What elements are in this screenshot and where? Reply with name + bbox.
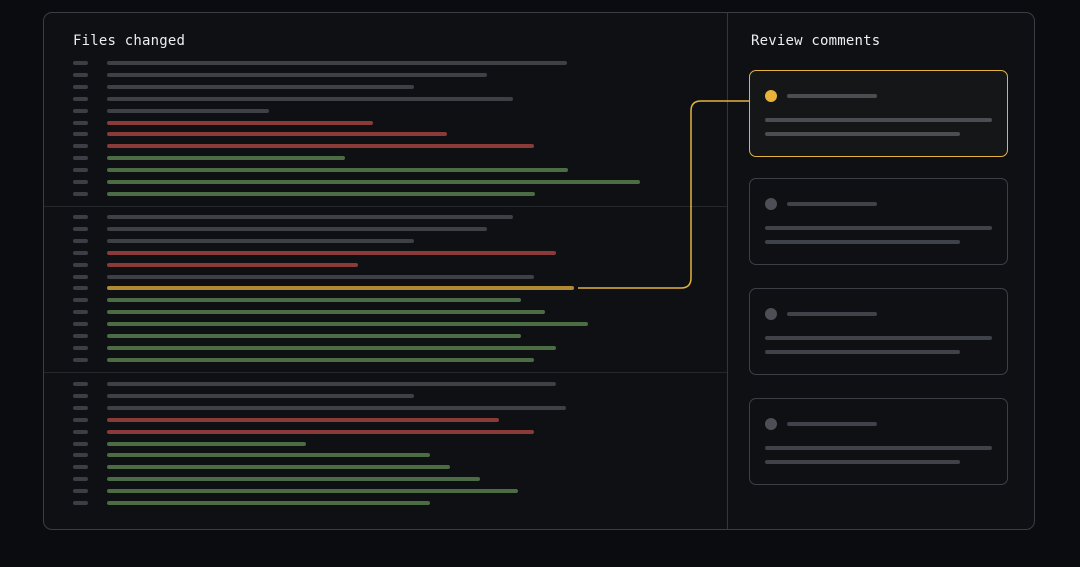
- comment-placeholder-line: [765, 460, 960, 464]
- line-number: [73, 120, 88, 125]
- line-number: [73, 298, 88, 303]
- line-number: [73, 382, 88, 386]
- line-number: [73, 286, 88, 291]
- comment-placeholder-line: [765, 226, 992, 230]
- line-number: [73, 238, 88, 243]
- line-number: [73, 417, 88, 422]
- line-number: [73, 262, 88, 267]
- line-number: [73, 357, 88, 362]
- line-number: [73, 274, 88, 279]
- status-dot-icon: [765, 90, 777, 102]
- comment-placeholder-line: [765, 240, 960, 244]
- line-number: [73, 501, 88, 505]
- diff-line-highlighted[interactable]: [107, 286, 574, 291]
- diff-line-context[interactable]: [107, 405, 566, 410]
- review-comment-card[interactable]: [749, 398, 1008, 485]
- diff-line-context[interactable]: [107, 238, 414, 243]
- diff-line-addition[interactable]: [107, 322, 588, 327]
- line-number: [73, 429, 88, 434]
- line-number: [73, 96, 88, 101]
- diff-line-context[interactable]: [107, 108, 269, 113]
- files-changed-title: Files changed: [73, 33, 186, 49]
- review-comment-card[interactable]: [749, 288, 1008, 375]
- status-dot-icon: [765, 418, 777, 430]
- diff-line-addition[interactable]: [107, 298, 521, 303]
- diff-line-deletion[interactable]: [107, 429, 534, 434]
- comment-placeholder-line: [787, 202, 877, 206]
- line-number: [73, 465, 88, 470]
- line-number: [73, 144, 88, 149]
- comment-placeholder-line: [787, 422, 877, 426]
- diff-line-context[interactable]: [107, 274, 534, 279]
- line-number: [73, 334, 88, 338]
- diff-line-addition[interactable]: [107, 501, 430, 505]
- line-number: [73, 61, 88, 65]
- panel-divider: [727, 13, 728, 529]
- status-dot-icon: [765, 308, 777, 320]
- diff-line-addition[interactable]: [107, 345, 556, 350]
- line-number: [73, 250, 88, 255]
- diff-line-addition[interactable]: [107, 168, 568, 173]
- diff-line-deletion[interactable]: [107, 144, 534, 149]
- diff-line-deletion[interactable]: [107, 120, 373, 125]
- diff-line-addition[interactable]: [107, 357, 534, 362]
- comment-placeholder-line: [765, 350, 960, 354]
- diff-line-addition[interactable]: [107, 191, 535, 196]
- diff-line-context[interactable]: [107, 215, 513, 219]
- diff-line-context[interactable]: [107, 96, 513, 101]
- diff-line-addition[interactable]: [107, 489, 518, 494]
- line-number: [73, 405, 88, 410]
- comment-placeholder-line: [765, 336, 992, 340]
- diff-line-context[interactable]: [107, 61, 567, 65]
- line-number: [73, 345, 88, 350]
- file-separator: [44, 206, 727, 207]
- line-number: [73, 168, 88, 173]
- diff-line-deletion[interactable]: [107, 132, 447, 137]
- comment-placeholder-line: [787, 94, 877, 98]
- line-number: [73, 441, 88, 446]
- line-number: [73, 393, 88, 398]
- diff-line-context[interactable]: [107, 72, 487, 77]
- line-number: [73, 156, 88, 161]
- diff-line-context[interactable]: [107, 382, 556, 386]
- comment-placeholder-line: [765, 118, 992, 122]
- line-number: [73, 132, 88, 137]
- diff-line-context[interactable]: [107, 226, 487, 231]
- diff-line-addition[interactable]: [107, 477, 480, 482]
- diff-line-addition[interactable]: [107, 441, 306, 446]
- diff-line-addition[interactable]: [107, 156, 345, 161]
- review-comments-title: Review comments: [751, 33, 881, 49]
- line-number: [73, 180, 88, 184]
- diff-line-deletion[interactable]: [107, 262, 358, 267]
- line-number: [73, 108, 88, 113]
- line-number: [73, 477, 88, 482]
- diff-line-context[interactable]: [107, 393, 414, 398]
- file-separator: [44, 372, 727, 373]
- review-comment-card[interactable]: [749, 70, 1008, 157]
- review-comment-card[interactable]: [749, 178, 1008, 265]
- diff-line-addition[interactable]: [107, 465, 450, 470]
- diff-line-addition[interactable]: [107, 334, 521, 338]
- line-number: [73, 191, 88, 196]
- comment-placeholder-line: [765, 132, 960, 136]
- diff-line-deletion[interactable]: [107, 417, 499, 422]
- diff-line-addition[interactable]: [107, 180, 640, 184]
- comment-placeholder-line: [787, 312, 877, 316]
- line-number: [73, 453, 88, 458]
- diff-line-context[interactable]: [107, 84, 414, 89]
- line-number: [73, 72, 88, 77]
- diff-line-addition[interactable]: [107, 310, 545, 315]
- line-number: [73, 322, 88, 327]
- line-number: [73, 489, 88, 494]
- code-review-window: Files changed Review comments: [43, 12, 1035, 530]
- line-number: [73, 310, 88, 315]
- diff-line-addition[interactable]: [107, 453, 430, 458]
- line-number: [73, 84, 88, 89]
- comment-placeholder-line: [765, 446, 992, 450]
- diff-line-deletion[interactable]: [107, 250, 556, 255]
- status-dot-icon: [765, 198, 777, 210]
- line-number: [73, 215, 88, 219]
- line-number: [73, 226, 88, 231]
